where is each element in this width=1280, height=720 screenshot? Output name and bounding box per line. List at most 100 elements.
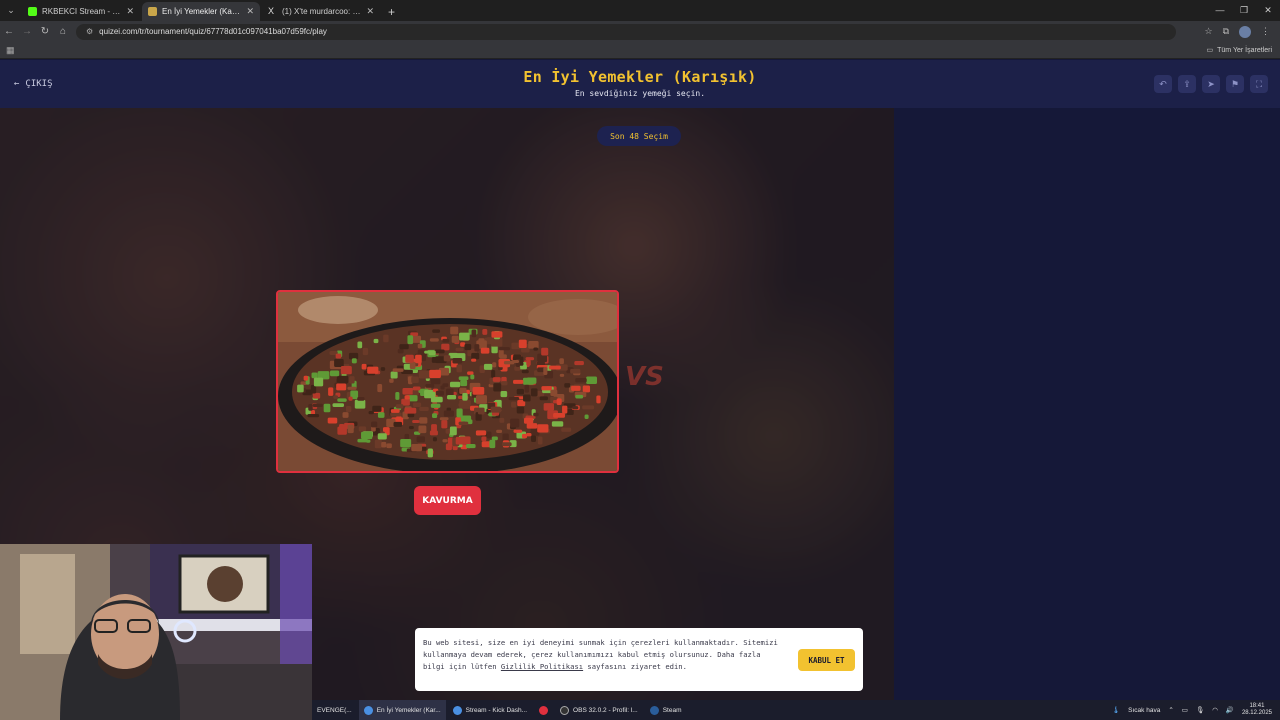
food-piece <box>443 355 451 362</box>
weather-label[interactable]: Sıcak hava <box>1128 707 1160 714</box>
food-piece <box>502 433 509 442</box>
bookmarks-bar: ▦ ▭ Tüm Yer İşaretleri <box>0 42 1280 59</box>
food-piece <box>374 439 382 449</box>
close-tab-icon[interactable]: ✕ <box>246 6 254 17</box>
food-piece <box>348 396 353 401</box>
bookmark-star-icon[interactable]: ☆ <box>1204 26 1212 37</box>
extensions-icon[interactable]: ⧉ <box>1223 26 1229 37</box>
share-icon[interactable]: ⇪ <box>1178 75 1196 93</box>
flag-icon[interactable]: ⚑ <box>1226 75 1244 93</box>
apps-icon[interactable]: ▦ <box>6 45 15 56</box>
food-piece <box>357 397 365 401</box>
food-piece <box>531 388 538 397</box>
url-field[interactable]: ⚙ quizei.com/tr/tournament/quiz/67778d01… <box>76 23 1176 40</box>
undo-icon[interactable]: ↶ <box>1154 75 1172 93</box>
food-piece <box>450 326 459 335</box>
food-piece <box>537 436 543 445</box>
close-tab-icon[interactable]: ✕ <box>126 6 134 17</box>
taskbar-item-chrome-quiz[interactable]: En İyi Yemekler (Kar... <box>358 700 446 720</box>
food-piece <box>537 424 549 433</box>
accept-cookies-button[interactable]: KABUL ET <box>798 649 855 671</box>
back-icon[interactable]: ← <box>0 21 18 42</box>
food-piece <box>373 338 379 344</box>
food-piece <box>354 399 366 409</box>
food-piece <box>311 372 318 379</box>
food-piece <box>492 377 501 382</box>
privacy-policy-link[interactable]: Gizlilik Politikası <box>501 662 583 671</box>
browser-tab[interactable]: X (1) X'te murdarcoo: "23/24de su ✕ <box>262 2 380 21</box>
food-piece <box>383 334 389 343</box>
food-piece <box>498 349 504 358</box>
food-piece <box>412 389 419 396</box>
right-empty-pane <box>894 108 1280 700</box>
send-icon[interactable]: ➤ <box>1202 75 1220 93</box>
new-tab-icon[interactable]: + <box>382 2 401 21</box>
home-icon[interactable]: ⌂ <box>54 21 72 42</box>
taskbar-item[interactable]: EVENGE(... <box>312 700 357 720</box>
tray-network-icon[interactable]: ▭ <box>1182 706 1188 714</box>
all-bookmarks[interactable]: ▭ Tüm Yer İşaretleri <box>1207 46 1280 55</box>
reload-icon[interactable]: ↻ <box>36 21 54 42</box>
wifi-icon[interactable]: ◠ <box>1212 706 1218 714</box>
food-piece <box>335 353 342 359</box>
browser-tab[interactable]: RKBEKCI Stream - Watch Live o ✕ <box>22 2 140 21</box>
food-piece <box>329 370 340 377</box>
food-piece <box>425 383 435 388</box>
cookie-banner: Bu web sitesi, size en iyi deneyimi sunm… <box>415 628 863 691</box>
food-piece <box>548 365 561 370</box>
food-piece <box>456 364 462 373</box>
choice-card-image[interactable] <box>276 290 619 473</box>
taskbar-item-chrome-kick[interactable]: Stream - Kick Dash... <box>448 700 532 720</box>
food-piece <box>377 383 383 393</box>
food-piece <box>480 347 490 354</box>
menu-icon[interactable]: ⋮ <box>1261 26 1270 37</box>
browser-tab-active[interactable]: En İyi Yemekler (Karışık) - Tier L ✕ <box>142 2 260 21</box>
site-header: ← ÇIKIŞ En İyi Yemekler (Karışık) En sev… <box>0 60 1280 108</box>
food-piece <box>404 395 410 400</box>
food-piece <box>429 369 441 378</box>
food-piece <box>541 347 549 356</box>
food-piece <box>428 350 436 356</box>
food-piece <box>574 360 584 366</box>
food-piece <box>307 414 320 418</box>
system-clock[interactable]: 18:41 28.12.2025 <box>1242 703 1272 717</box>
food-piece <box>430 396 443 403</box>
tab-search-icon[interactable]: ⌄ <box>0 0 22 21</box>
site-info-icon[interactable]: ⚙ <box>86 27 93 36</box>
maximize-icon[interactable]: ❐ <box>1232 0 1256 20</box>
minimize-icon[interactable]: — <box>1208 0 1232 20</box>
food-piece <box>345 406 352 413</box>
food-piece <box>493 383 502 392</box>
food-piece <box>464 343 472 351</box>
taskbar-item-red-app[interactable] <box>534 700 553 720</box>
food-piece <box>400 438 412 448</box>
volume-icon[interactable]: 🔊 <box>1226 706 1234 714</box>
close-window-icon[interactable]: ✕ <box>1256 0 1280 20</box>
food-piece <box>408 425 414 430</box>
food-piece <box>499 417 505 423</box>
profile-avatar[interactable] <box>1239 25 1251 38</box>
food-piece <box>431 391 436 398</box>
food-piece <box>446 388 454 396</box>
chrome-icon <box>363 705 373 715</box>
tray-chevron-icon[interactable]: ⌃ <box>1168 706 1173 714</box>
forward-icon[interactable]: → <box>18 21 36 42</box>
food-piece <box>358 426 367 432</box>
food-piece <box>460 342 466 347</box>
food-piece <box>399 344 409 350</box>
close-tab-icon[interactable]: ✕ <box>366 6 374 17</box>
food-piece <box>511 401 517 408</box>
taskbar-item-obs[interactable]: OBS 32.0.2 - Profil: l... <box>555 700 643 720</box>
microphone-icon[interactable]: 🎙 <box>1196 706 1204 714</box>
food-piece <box>377 412 385 418</box>
food-piece <box>524 384 529 393</box>
food-piece <box>475 430 487 436</box>
taskbar-item-steam[interactable]: Steam <box>645 700 687 720</box>
food-piece <box>483 363 493 370</box>
fullscreen-icon[interactable]: ⛶ <box>1250 75 1268 93</box>
food-piece <box>431 357 444 363</box>
choice-button-kavurma[interactable]: KAVURMA <box>414 486 481 515</box>
food-piece <box>582 385 591 393</box>
food-piece <box>491 331 503 338</box>
clock-date: 28.12.2025 <box>1241 710 1272 716</box>
